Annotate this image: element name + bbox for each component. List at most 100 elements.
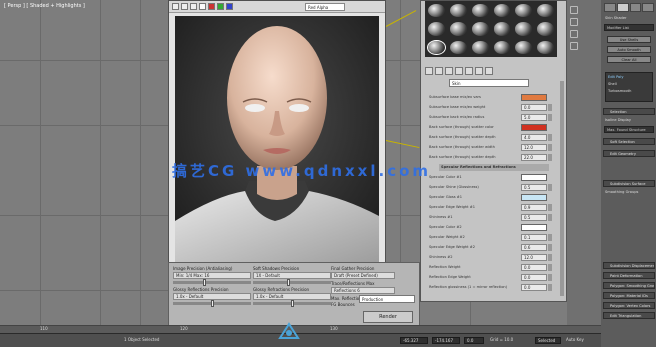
- rollout-subdivision-displacement[interactable]: Subdivision Displacement: [603, 262, 655, 269]
- rollout-smoothing-groups[interactable]: Polygon: Smoothing Groups: [603, 282, 655, 289]
- save-image-button[interactable]: [172, 3, 179, 10]
- get-material-button[interactable]: [425, 67, 433, 75]
- sample-slot[interactable]: [449, 22, 467, 36]
- sample-slot[interactable]: [449, 40, 467, 54]
- quality-slider[interactable]: [253, 279, 331, 286]
- sample-slot[interactable]: [493, 4, 511, 18]
- parameter-value-field[interactable]: 0.0: [521, 104, 547, 111]
- spinner-arrows-icon[interactable]: [548, 114, 552, 121]
- sample-slot[interactable]: [471, 4, 489, 18]
- color-swatch[interactable]: [521, 224, 547, 231]
- sample-slot[interactable]: [537, 40, 554, 54]
- render-button[interactable]: Render: [363, 311, 413, 323]
- timeline-ruler[interactable]: 110 120 130: [0, 325, 601, 333]
- stack-item[interactable]: Turbosmooth: [608, 89, 631, 93]
- quality-slider[interactable]: [253, 300, 331, 307]
- setup-field[interactable]: 1.0x - Default: [173, 293, 251, 300]
- tab-create[interactable]: [604, 3, 616, 12]
- stack-item[interactable]: Edit Poly: [608, 75, 623, 79]
- parameter-value-field[interactable]: 0.1: [521, 234, 547, 241]
- sample-slot[interactable]: [515, 22, 533, 36]
- parameter-value-field[interactable]: 0.9: [521, 204, 547, 211]
- auto-smooth-button[interactable]: Auto Smooth: [607, 46, 651, 53]
- reset-map-button[interactable]: [455, 67, 463, 75]
- setup-field[interactable]: 1.0x - Default: [253, 293, 331, 300]
- rollout-material-ids[interactable]: Polygon: Material IDs: [603, 292, 655, 299]
- color-swatch[interactable]: [521, 124, 547, 131]
- setup-field[interactable]: Draft (Preset Defined): [331, 272, 395, 279]
- rollout-soft-selection[interactable]: Soft Selection: [603, 138, 655, 145]
- tab-hierarchy[interactable]: [629, 3, 642, 12]
- spinner-arrows-icon[interactable]: [548, 264, 552, 271]
- parameter-value-field[interactable]: 0.0: [521, 274, 547, 281]
- slider-knob[interactable]: [287, 279, 290, 286]
- isoline-label[interactable]: Isoline Display: [605, 118, 631, 122]
- sample-slot[interactable]: [471, 22, 489, 36]
- copy-material-button[interactable]: [465, 67, 473, 75]
- parameter-value-field[interactable]: 22.0: [521, 154, 547, 161]
- sample-slot[interactable]: [515, 4, 533, 18]
- structure-field[interactable]: Max. Found Structure: [604, 126, 654, 133]
- sample-slot[interactable]: [493, 40, 511, 54]
- setup-field[interactable]: Reflections 6: [331, 287, 395, 294]
- spinner-arrows-icon[interactable]: [548, 234, 552, 241]
- uv-tiling-icon[interactable]: [570, 42, 578, 50]
- z-coordinate-field[interactable]: 0.0: [464, 337, 484, 344]
- assign-material-button[interactable]: [445, 67, 453, 75]
- material-scrollbar[interactable]: [560, 81, 564, 296]
- copy-image-button[interactable]: [181, 3, 188, 10]
- tab-modify[interactable]: [616, 3, 629, 12]
- parameter-value-field[interactable]: 4.0: [521, 134, 547, 141]
- sample-slot[interactable]: [471, 40, 489, 54]
- stack-item[interactable]: Shell: [608, 82, 617, 86]
- parameter-value-field[interactable]: 0.5: [521, 214, 547, 221]
- backlight-icon[interactable]: [570, 18, 578, 26]
- rollout-selection[interactable]: Selection: [603, 108, 655, 115]
- slider-knob[interactable]: [291, 300, 294, 307]
- color-swatch[interactable]: [521, 94, 547, 101]
- color-swatch[interactable]: [521, 174, 547, 181]
- spinner-arrows-icon[interactable]: [548, 244, 552, 251]
- sample-slot[interactable]: [515, 40, 533, 54]
- blue-channel-button[interactable]: [226, 3, 233, 10]
- spinner-arrows-icon[interactable]: [548, 184, 552, 191]
- spinner-arrows-icon[interactable]: [548, 104, 552, 111]
- use-shells-button[interactable]: Use Shells: [607, 36, 651, 43]
- slider-knob[interactable]: [203, 279, 206, 286]
- viewport-label[interactable]: [ Persp ] [ Shaded + Highlights ]: [4, 3, 85, 9]
- setup-field[interactable]: Min: 1/4 Max: 16: [173, 272, 251, 279]
- background-icon[interactable]: [570, 30, 578, 38]
- auto-key-button[interactable]: Auto Key: [566, 337, 584, 342]
- spinner-arrows-icon[interactable]: [548, 214, 552, 221]
- rollout-edit-geometry[interactable]: Edit Geometry: [603, 150, 655, 157]
- unique-button[interactable]: [475, 67, 483, 75]
- parameter-value-field[interactable]: 0.5: [521, 184, 547, 191]
- sample-slot-selected[interactable]: [427, 39, 446, 56]
- parameter-value-field[interactable]: 12.0: [521, 254, 547, 261]
- sample-slot[interactable]: [428, 4, 445, 18]
- modifier-stack[interactable]: Edit Poly Shell Turbosmooth: [605, 72, 653, 102]
- parameter-value-field[interactable]: 0.0: [521, 284, 547, 291]
- clone-window-button[interactable]: [190, 3, 197, 10]
- spinner-arrows-icon[interactable]: [548, 274, 552, 281]
- selected-dropdown[interactable]: Selected: [535, 337, 561, 344]
- sample-type-icon[interactable]: [570, 6, 578, 14]
- show-map-button[interactable]: [485, 67, 493, 75]
- sample-slot[interactable]: [537, 22, 554, 36]
- quality-slider[interactable]: [173, 300, 251, 307]
- rollout-vertex-colors[interactable]: Polygon: Vertex Colors: [603, 302, 655, 309]
- parameter-value-field[interactable]: 5.0: [521, 114, 547, 121]
- preset-dropdown[interactable]: Production: [359, 295, 415, 303]
- tab-motion[interactable]: [642, 3, 654, 12]
- green-channel-button[interactable]: [217, 3, 224, 10]
- x-coordinate-field[interactable]: -65.327: [400, 337, 428, 344]
- rollout-paint-deformation[interactable]: Paint Deformation: [603, 272, 655, 279]
- spinner-arrows-icon[interactable]: [548, 144, 552, 151]
- sample-slot[interactable]: [537, 4, 554, 18]
- spinner-arrows-icon[interactable]: [548, 204, 552, 211]
- material-name-field[interactable]: Skin: [449, 79, 529, 87]
- spinner-arrows-icon[interactable]: [548, 254, 552, 261]
- y-coordinate-field[interactable]: -174.167: [432, 337, 460, 344]
- parameter-value-field[interactable]: 0.6: [521, 244, 547, 251]
- put-to-scene-button[interactable]: [435, 67, 443, 75]
